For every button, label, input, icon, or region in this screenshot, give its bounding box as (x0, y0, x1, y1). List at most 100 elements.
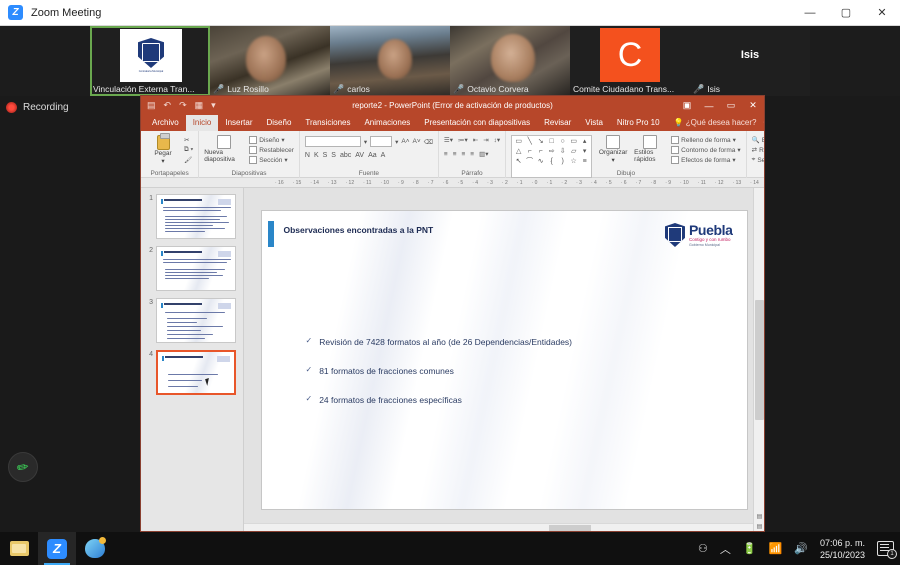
share-button[interactable]: Compartir (764, 115, 765, 131)
clear-formatting-icon[interactable]: ⌫ (424, 138, 433, 146)
volume-icon[interactable]: 🔊 (794, 542, 808, 555)
maximize-icon[interactable]: ▭ (720, 96, 742, 115)
bold-button[interactable]: N (305, 152, 310, 159)
taskbar-file-explorer[interactable] (0, 532, 38, 565)
slide-thumbnail-3[interactable]: 3 (144, 298, 243, 343)
wifi-icon[interactable]: 📶 (769, 542, 783, 555)
horizontal-scrollbar[interactable] (244, 523, 753, 531)
shape-effects-button[interactable]: Efectos de forma ▾ (671, 156, 740, 164)
slide-title[interactable]: Observaciones encontradas a la PNT (284, 225, 434, 235)
slide-preview[interactable] (156, 246, 236, 291)
tab-transiciones[interactable]: Transiciones (298, 115, 357, 131)
clock[interactable]: 07:06 p. m. 25/10/2023 (820, 537, 865, 561)
tab-archivo[interactable]: Archivo (145, 115, 186, 131)
participant-tile-vinculacion[interactable]: Contraloría Municipal Vinculación Extern… (90, 26, 210, 96)
slide-preview[interactable] (156, 298, 236, 343)
participant-tile-carlos[interactable]: 🎤 carlos (330, 26, 450, 96)
chevron-up-icon[interactable]: ︿ (720, 541, 731, 557)
select-button[interactable]: ⌖Seleccionar▾ (752, 156, 764, 164)
taskbar-zoom[interactable]: Z (38, 532, 76, 565)
notification-center-button[interactable]: 1 (877, 541, 897, 559)
minimize-icon[interactable]: — (792, 0, 828, 26)
tab-nitro-pro[interactable]: Nitro Pro 10 (610, 115, 667, 131)
previous-slide-icon[interactable]: ▤ (755, 514, 764, 521)
people-icon[interactable]: ⚇ (698, 542, 708, 555)
character-spacing-button[interactable]: AV (355, 152, 364, 159)
participant-tile-comite-ciudadano[interactable]: C Comite Ciudadano Trans... (570, 26, 690, 96)
maximize-icon[interactable]: ▢ (828, 0, 864, 26)
align-left-icon[interactable]: ≡ (444, 151, 448, 158)
font-size-input[interactable] (370, 136, 393, 147)
cut-button[interactable]: ✂ (184, 136, 193, 144)
italic-button[interactable]: K (314, 152, 319, 159)
tab-insertar[interactable]: Insertar (218, 115, 259, 131)
decrease-indent-icon[interactable]: ⇤ (473, 136, 478, 144)
shape-outline-button[interactable]: Contorno de forma ▾ (671, 146, 741, 154)
change-case-button[interactable]: Aa (368, 152, 377, 159)
participant-tile-octavio-corvera[interactable]: 🎤 Octavio Corvera (450, 26, 570, 96)
vertical-scrollbar[interactable]: ▤ ▤ (753, 188, 764, 531)
align-right-icon[interactable]: ≡ (461, 151, 465, 158)
participant-tile-luz-rosillo[interactable]: 🎤 Luz Rosillo (210, 26, 330, 96)
shape-fill-button[interactable]: Relleno de forma ▾ (671, 136, 740, 144)
font-name-input[interactable] (304, 136, 361, 147)
columns-icon[interactable]: ▥▾ (479, 150, 488, 158)
minimize-icon[interactable]: — (698, 96, 720, 115)
align-center-icon[interactable]: ≡ (453, 151, 457, 158)
customize-qat-icon[interactable]: ▾ (211, 100, 216, 111)
workspace: 1 2 3 4 Observaciones encontradas a la P… (141, 188, 764, 531)
underline-button[interactable]: S (323, 152, 328, 159)
increase-font-icon[interactable]: A˄ (401, 138, 409, 145)
tell-me-search[interactable]: 💡 ¿Qué desea hacer? (667, 115, 764, 131)
ribbon-display-icon[interactable]: ▣ (676, 96, 698, 115)
strikethrough-button[interactable]: abc (340, 152, 351, 159)
layout-button[interactable]: Diseño ▾ (249, 136, 294, 144)
scrollbar-thumb[interactable] (755, 300, 764, 420)
redo-icon[interactable]: ↷ (179, 100, 187, 111)
bullets-icon[interactable]: ☰▾ (444, 136, 453, 144)
close-icon[interactable]: ✕ (742, 96, 764, 115)
battery-icon[interactable]: 🔋 (743, 542, 757, 555)
tab-animaciones[interactable]: Animaciones (357, 115, 417, 131)
tab-presentacion[interactable]: Presentación con diapositivas (417, 115, 537, 131)
next-slide-icon[interactable]: ▤ (755, 524, 764, 531)
slide-bullet-list[interactable]: ✓ Revisión de 7428 formatos al año (de 2… (306, 336, 573, 405)
participant-tile-isis[interactable]: Isis 🎤 Isis (690, 26, 810, 96)
slide-nav-buttons[interactable]: ▤ ▤ (755, 514, 764, 531)
justify-icon[interactable]: ≡ (470, 151, 474, 158)
slide-editor-area[interactable]: Observaciones encontradas a la PNT Puebl… (244, 188, 764, 531)
annotation-pen-button[interactable]: ✏ (8, 452, 38, 482)
slide-thumbnail-1[interactable]: 1 (144, 194, 243, 239)
line-spacing-icon[interactable]: ↕▾ (494, 136, 501, 144)
close-icon[interactable]: ✕ (864, 0, 900, 26)
find-button[interactable]: 🔍Buscar (752, 136, 764, 145)
save-icon[interactable]: ▤ (147, 100, 156, 111)
tab-vista[interactable]: Vista (578, 115, 610, 131)
current-slide[interactable]: Observaciones encontradas a la PNT Puebl… (260, 210, 748, 510)
slide-preview-selected[interactable] (156, 350, 236, 395)
horizontal-ruler[interactable]: · 16 · 15 · 14 · 13 · 12 · 11 · 10 · 9 · 8 · 7 · 6… (141, 178, 764, 188)
scrollbar-thumb[interactable] (549, 525, 592, 531)
format-painter-button[interactable]: 🖌 (184, 156, 193, 164)
tab-diseno[interactable]: Diseño (260, 115, 299, 131)
slide-thumbnails-panel[interactable]: 1 2 3 4 (141, 188, 244, 531)
copy-button[interactable]: ⧉ ▾ (184, 146, 193, 154)
taskbar-paint[interactable] (76, 532, 114, 565)
section-button[interactable]: Sección ▾ (249, 156, 294, 164)
increase-indent-icon[interactable]: ⇥ (483, 136, 488, 144)
decrease-font-icon[interactable]: A˅ (413, 138, 421, 145)
slide-thumbnail-2[interactable]: 2 (144, 246, 243, 291)
tab-revisar[interactable]: Revisar (537, 115, 578, 131)
layout-icon (249, 136, 258, 144)
slide-thumbnail-4[interactable]: 4 (144, 350, 243, 395)
slide-preview[interactable] (156, 194, 236, 239)
recording-label: Recording (23, 102, 69, 113)
reset-button[interactable]: Restablecer (249, 146, 294, 154)
tab-inicio[interactable]: Inicio (185, 115, 219, 131)
numbering-icon[interactable]: ≔▾ (458, 136, 468, 144)
start-presentation-icon[interactable]: ▦ (195, 100, 204, 111)
shadow-button[interactable]: S (331, 152, 336, 159)
undo-icon[interactable]: ↶ (164, 100, 172, 111)
font-color-button[interactable]: A (381, 152, 386, 159)
replace-button[interactable]: ⇄Reemplazar▾ (752, 146, 764, 155)
